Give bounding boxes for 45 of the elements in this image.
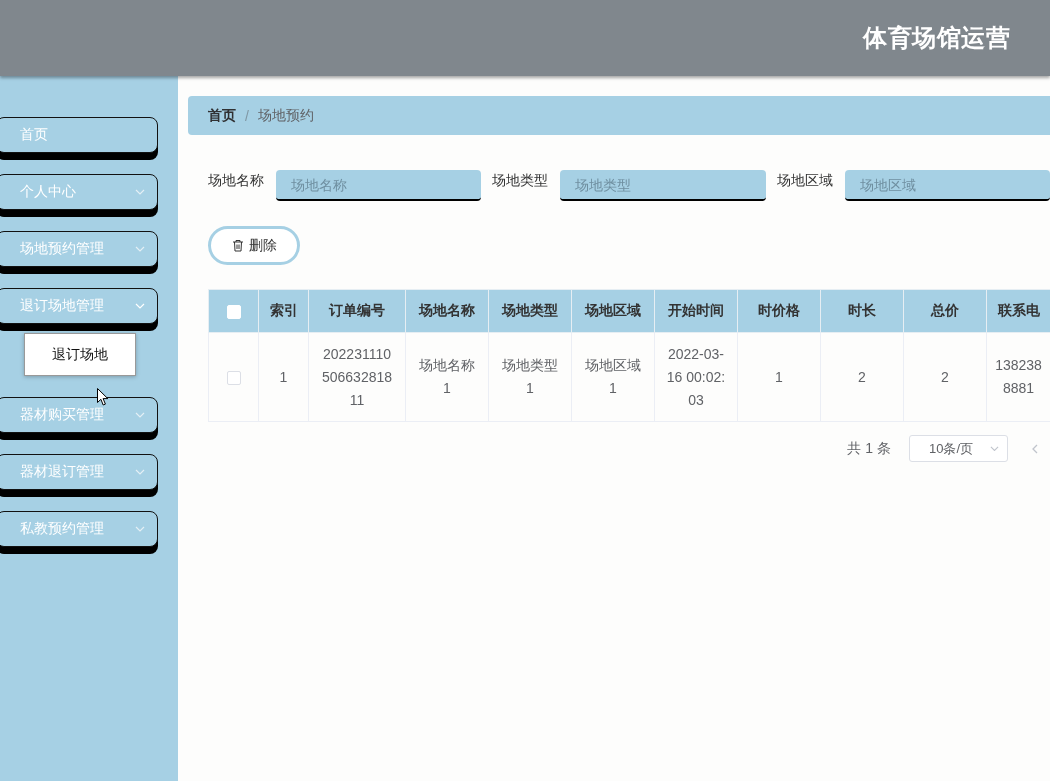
chevron-down-icon (135, 246, 145, 252)
column-header: 场地类型 (488, 289, 572, 333)
chevron-down-icon (135, 189, 145, 195)
column-header: 时长 (820, 289, 904, 333)
chevron-down-icon (135, 526, 145, 532)
chevron-down-icon (135, 412, 145, 418)
search-field[interactable]: 场地区域 (844, 170, 1050, 201)
column-header: 联系电 (986, 289, 1050, 333)
chevron-down-icon (135, 303, 145, 309)
table-cell: 场地名称1 (405, 332, 489, 422)
page-size-select[interactable]: 10条/页 (909, 435, 1008, 462)
breadcrumb-separator: / (245, 107, 249, 124)
column-header: 开始时间 (654, 289, 738, 333)
table-cell: 2 (820, 332, 904, 422)
field-label: 场地类型 (492, 171, 549, 190)
app-title: 体育场馆运营 (863, 23, 1010, 53)
table-cell: 1 (258, 332, 309, 422)
column-header: 索引 (258, 289, 309, 333)
table-cell: 20223111050663281811 (308, 332, 406, 422)
table-cell: 2022-03-16 00:02:03 (654, 332, 738, 422)
column-header: 场地区域 (571, 289, 655, 333)
submenu-item[interactable]: 退订场地 (24, 333, 136, 376)
select-all-checkbox[interactable] (226, 305, 241, 320)
table-cell: 场地类型1 (488, 332, 572, 422)
chevron-left-icon (1032, 443, 1038, 454)
column-header: 订单编号 (308, 289, 406, 333)
breadcrumb-link[interactable]: 首页 (208, 106, 236, 125)
total-count: 共 1 条 (847, 439, 891, 458)
chevron-down-icon (135, 469, 145, 475)
row-checkbox[interactable] (226, 370, 241, 385)
column-header: 时价格 (737, 289, 821, 333)
table-cell: 场地区域1 (571, 332, 655, 422)
table-cell: 1 (737, 332, 821, 422)
field-label: 场地区域 (776, 171, 833, 190)
search-field[interactable]: 场地名称 (276, 170, 482, 201)
chevron-down-icon (990, 445, 999, 452)
mouse-pointer-icon (97, 388, 109, 406)
search-field[interactable]: 场地类型 (560, 170, 766, 201)
column-header: 总价 (903, 289, 987, 333)
column-header: 场地名称 (405, 289, 489, 333)
breadcrumb-current: 场地预约 (257, 106, 314, 125)
table-cell: 2 (903, 332, 987, 422)
field-label: 场地名称 (208, 171, 264, 190)
delete-button[interactable]: 删除 (208, 226, 300, 265)
trash-icon (231, 239, 244, 252)
